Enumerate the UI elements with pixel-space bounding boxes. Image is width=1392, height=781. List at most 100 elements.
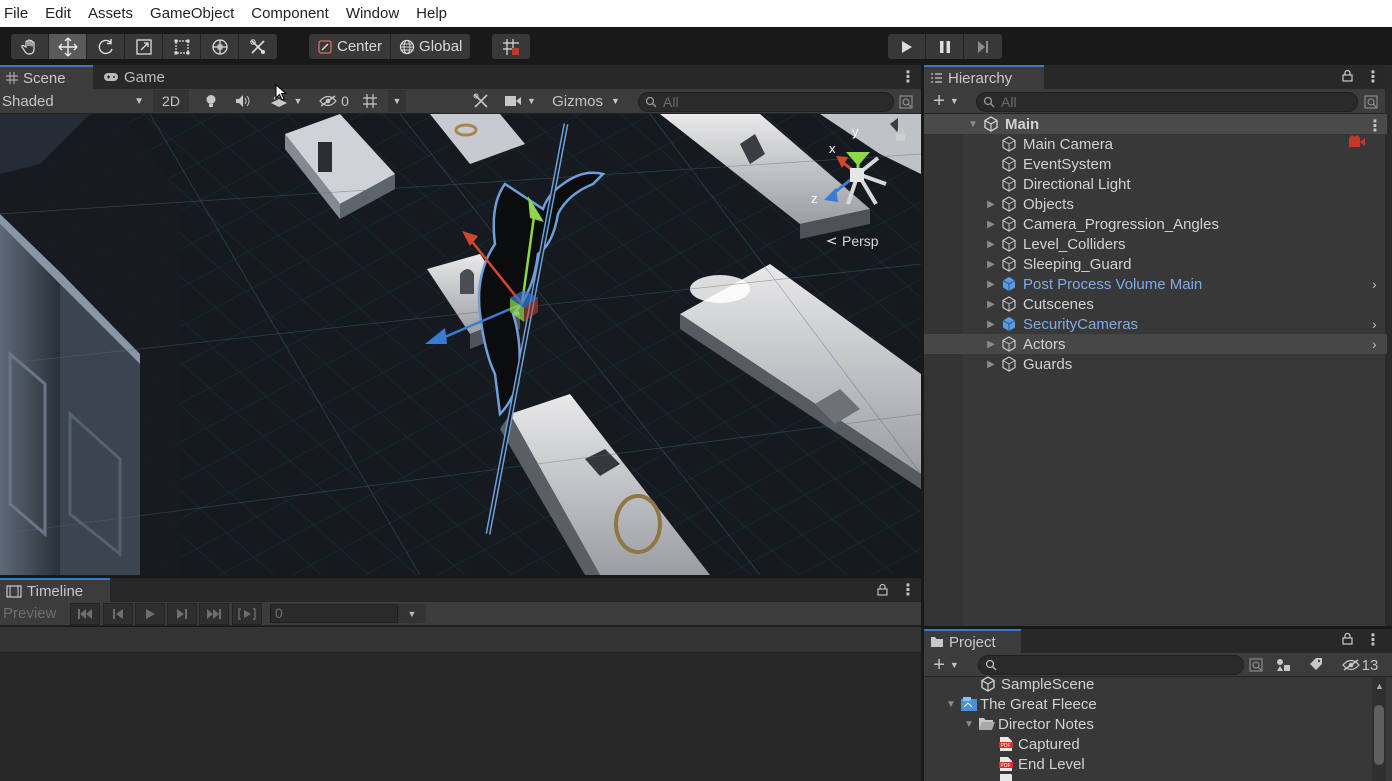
grid-snap-button[interactable] [492,34,530,59]
timeline-menu-icon[interactable]: ⋮ [900,580,916,600]
hierarchy-search-options-button[interactable] [1361,91,1381,113]
tab-timeline[interactable]: Timeline [0,578,110,602]
hierarchy-item[interactable]: ▶ SecurityCameras › [924,314,1387,334]
hierarchy-scene-row[interactable]: ▼ Main [924,114,1387,134]
audio-toggle-button[interactable] [230,90,256,112]
project-item[interactable]: ▼ The Great Fleece [924,694,1372,714]
hierarchy-create-button[interactable]: + ▼ [928,90,964,112]
scene-search-input[interactable]: All [638,92,894,112]
hierarchy-item[interactable]: ▶ Objects [924,194,1387,214]
pivot-toggle-button[interactable]: Center [309,34,392,59]
project-menu-icon[interactable]: ⋮ [1365,630,1381,650]
expand-arrow-icon[interactable]: ▼ [966,119,980,130]
frame-input[interactable]: 0 [270,604,398,623]
space-toggle-button[interactable]: Global [391,34,470,59]
filter-by-label-button[interactable] [1306,654,1326,676]
scale-tool-button[interactable] [125,34,163,59]
pause-button[interactable] [926,34,964,59]
move-tool-button[interactable] [49,34,87,59]
open-prefab-chevron-icon[interactable]: › [1372,276,1377,292]
tab-scene[interactable]: Scene [0,65,93,89]
expand-arrow-icon[interactable]: ▶ [984,239,998,250]
hierarchy-item[interactable]: ▶ Sleeping_Guard [924,254,1387,274]
timeline-play-button[interactable] [135,603,165,625]
transform-tool-button[interactable] [201,34,239,59]
project-item[interactable]: SampleScene [924,674,1372,694]
hierarchy-item[interactable]: Main Camera [924,134,1387,154]
scene-options-icon[interactable]: ⋮ [1367,116,1383,136]
menu-gameobject[interactable]: GameObject [146,5,234,22]
tab-hierarchy[interactable]: Hierarchy [924,65,1044,89]
menu-window[interactable]: Window [342,5,399,22]
hierarchy-menu-icon[interactable]: ⋮ [1365,67,1381,87]
gizmos-dropdown[interactable]: Gizmos ▼ [544,90,628,112]
lighting-toggle-button[interactable] [198,90,224,112]
filter-by-type-button[interactable] [1274,654,1294,676]
menu-assets[interactable]: Assets [84,5,133,22]
lock-icon[interactable] [1342,69,1353,82]
play-range-button[interactable] [232,603,262,625]
previous-frame-button[interactable] [103,603,133,625]
project-item[interactable]: PDF End Level [924,754,1372,774]
scroll-up-icon[interactable]: ▲ [1375,681,1384,691]
menu-help[interactable]: Help [412,5,447,22]
project-item[interactable]: ▼ Director Notes [924,714,1372,734]
scene-viewport[interactable]: y x z Persp [0,114,921,575]
hierarchy-item[interactable]: ▶ Level_Colliders [924,234,1387,254]
hierarchy-item[interactable]: ▶ Camera_Progression_Angles [924,214,1387,234]
expand-arrow-icon[interactable]: ▼ [946,699,960,710]
tab-game[interactable]: Game [97,65,177,89]
project-create-button[interactable]: + ▼ [928,654,964,676]
scrollbar-thumb[interactable] [1374,705,1384,765]
hierarchy-item[interactable]: EventSystem [924,154,1387,174]
scene-search-options-button[interactable] [896,91,916,113]
menu-component[interactable]: Component [247,5,329,22]
hidden-packages-toggle[interactable]: 13 [1338,654,1382,676]
expand-arrow-icon[interactable]: ▼ [964,719,978,730]
expand-arrow-icon[interactable]: ▶ [984,359,998,370]
goto-first-frame-button[interactable] [70,603,100,625]
hierarchy-item[interactable]: ▶ Post Process Volume Main › [924,274,1387,294]
expand-arrow-icon[interactable]: ▶ [984,219,998,230]
project-scrollbar[interactable]: ▲ [1372,677,1386,781]
open-prefab-chevron-icon[interactable]: › [1372,316,1377,332]
grid-options-dropdown[interactable]: ▼ [388,90,406,112]
scene-tools-button[interactable] [470,90,492,112]
play-button[interactable] [888,34,926,59]
hierarchy-item[interactable]: ▶ Guards [924,354,1387,374]
project-item[interactable]: PDF Captured [924,734,1372,754]
expand-arrow-icon[interactable]: ▶ [984,299,998,310]
lock-icon[interactable] [877,583,888,596]
hierarchy-search-input[interactable]: All [976,92,1358,112]
lock-icon[interactable] [896,134,905,141]
step-button[interactable] [964,34,1002,59]
hierarchy-item[interactable]: Directional Light [924,174,1387,194]
project-search-options-button[interactable] [1246,654,1266,676]
scene-menu-icon[interactable]: ⋮ [900,67,916,87]
expand-arrow-icon[interactable]: ▶ [984,279,998,290]
hand-tool-button[interactable] [11,34,49,59]
hidden-objects-toggle[interactable]: 0 [314,90,354,112]
open-prefab-chevron-icon[interactable]: › [1372,336,1377,352]
rotate-tool-button[interactable] [87,34,125,59]
hierarchy-item[interactable]: ▶ Actors › [924,334,1387,354]
shading-mode-dropdown[interactable]: Shaded ▼ [2,90,148,112]
grid-visibility-toggle[interactable] [358,90,382,112]
2d-toggle-button[interactable]: 2D [153,90,189,112]
menu-file[interactable]: File [0,5,28,22]
expand-arrow-icon[interactable]: ▶ [984,319,998,330]
lock-icon[interactable] [1342,632,1353,645]
timeline-options-dropdown[interactable]: ▼ [398,604,426,623]
expand-arrow-icon[interactable]: ▶ [984,199,998,210]
hierarchy-item[interactable]: ▶ Cutscenes [924,294,1387,314]
custom-tool-button[interactable] [239,34,277,59]
next-frame-button[interactable] [167,603,197,625]
project-search-input[interactable] [978,655,1244,675]
tab-project[interactable]: Project [924,629,1021,653]
expand-arrow-icon[interactable]: ▶ [984,339,998,350]
rect-tool-button[interactable] [163,34,201,59]
goto-last-frame-button[interactable] [199,603,229,625]
camera-settings-dropdown[interactable]: ▼ [500,90,540,112]
menu-edit[interactable]: Edit [41,5,71,22]
preview-toggle-button[interactable]: Preview [3,605,56,622]
